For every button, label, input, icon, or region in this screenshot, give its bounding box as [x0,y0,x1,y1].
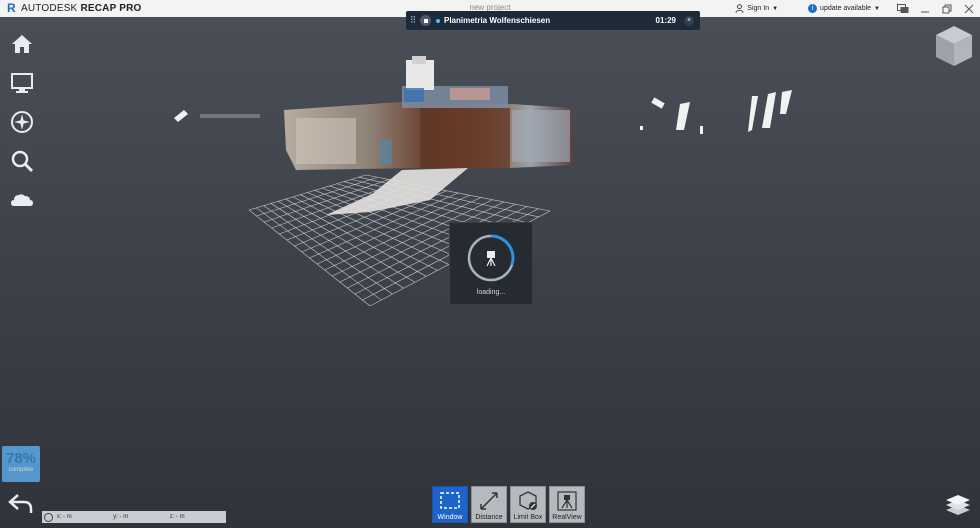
crosshair-icon [44,512,53,522]
coord-y: y: - m [113,514,129,520]
left-toolbar [6,24,38,219]
user-icon [735,4,744,13]
realview-tool-label: RealView [552,514,582,521]
loading-overlay: loading... [449,222,533,305]
project-banner: ⠿ Planimetria Wolfenschiesen 01:29 × [406,11,700,30]
update-available-button[interactable]: i update available ▼ [808,4,880,13]
home-icon [12,34,32,53]
distance-icon [480,492,498,510]
monitor-icon [11,72,33,93]
chat-icon[interactable] [892,0,914,17]
window-select-tool[interactable]: Window [432,486,468,523]
floor-scan [326,168,468,215]
building-scan [284,56,574,170]
limit-box-tool-label: Limit Box [513,514,543,521]
status-indicator [436,18,440,23]
progress-badge: 78% complete [2,446,40,482]
elapsed-time: 01:29 [655,16,676,25]
cloud-icon [11,193,33,206]
coord-z: z: - m [169,514,185,520]
sign-in-label: Sign In [747,5,770,12]
stop-icon [423,18,428,23]
view-cube[interactable] [934,24,974,68]
chevron-down-icon: ▼ [874,5,880,12]
limit-box-icon [519,491,537,510]
coordinates-readout: x: - m y: - m z: - m [42,511,226,523]
compass-icon [11,110,33,133]
back-arrow-icon[interactable] [8,492,34,514]
cloud-button[interactable] [6,180,38,219]
navigation-button[interactable] [6,102,38,141]
chevron-down-icon: ▼ [772,5,779,12]
stop-button[interactable] [420,15,431,26]
close-banner-button[interactable]: × [684,15,694,26]
coord-x: x: - m [56,514,72,520]
search-button[interactable] [6,141,38,180]
window-tool-label: Window [437,514,463,521]
drag-handle-icon[interactable]: ⠿ [406,15,420,26]
progress-percent: 78% [5,450,37,467]
realview-icon [557,491,577,511]
loading-text: loading... [476,289,506,296]
search-icon [11,150,34,172]
realview-tool[interactable]: RealView [549,486,585,523]
bottom-toolbar: Window Distance Limit Box RealView [432,486,585,523]
layers-icon[interactable] [944,492,972,518]
project-name: Planimetria Wolfenschiesen [444,16,551,25]
display-settings-button[interactable] [6,63,38,102]
distance-tool-label: Distance [475,514,503,521]
info-icon: i [808,4,818,13]
minimize-icon[interactable] [914,0,936,17]
window-select-icon [440,492,460,509]
close-icon[interactable] [958,0,980,17]
limit-box-tool[interactable]: Limit Box [510,486,546,523]
update-label: update available [820,5,872,12]
sign-in-button[interactable]: Sign In ▼ [735,4,778,13]
distance-tool[interactable]: Distance [471,486,507,523]
home-button[interactable] [6,24,38,63]
restore-icon[interactable] [936,0,958,17]
progress-label: complete [8,467,34,473]
scanner-icon [486,251,496,267]
loading-spinner [467,234,515,282]
